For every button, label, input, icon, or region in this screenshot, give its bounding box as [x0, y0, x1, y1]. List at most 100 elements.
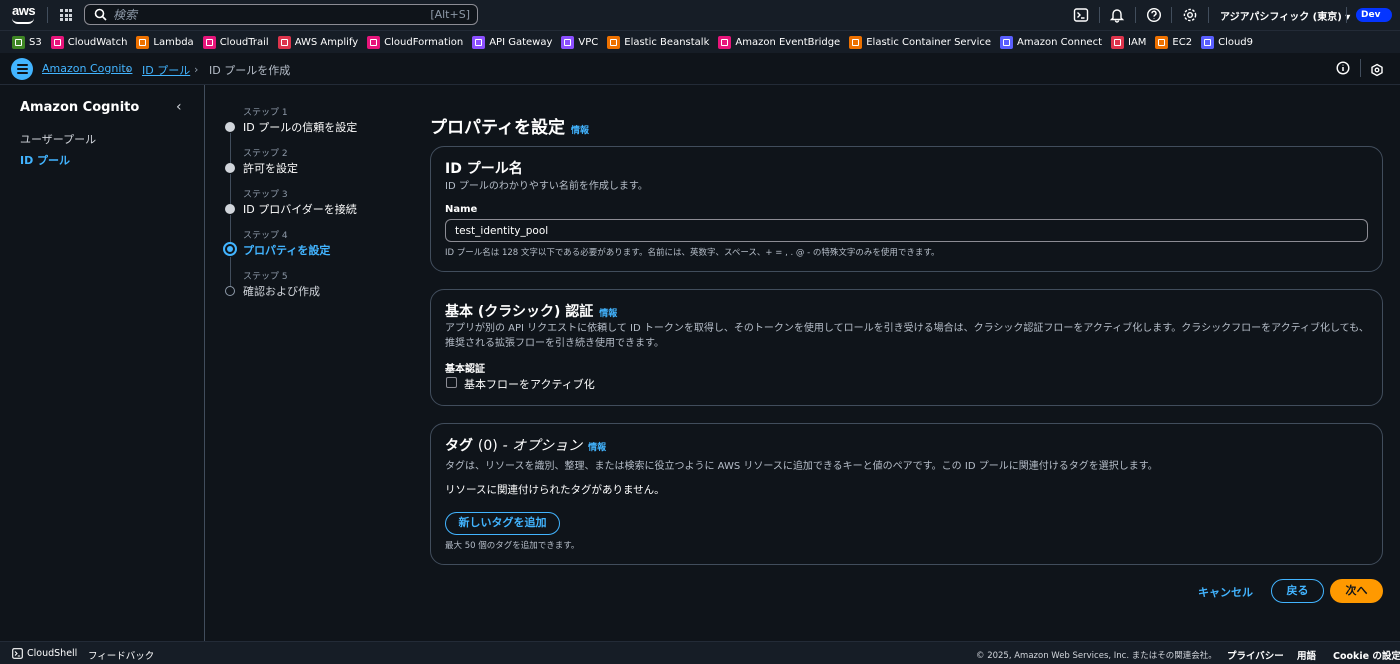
bell-icon[interactable]: [1109, 7, 1125, 23]
basic-flow-checkbox[interactable]: [446, 377, 457, 388]
breadcrumb-bar: Amazon Cognito › ID プール › ID プールを作成: [0, 53, 1400, 85]
add-tag-button[interactable]: 新しいタグを追加: [445, 512, 560, 535]
feedback-link[interactable]: フィードバック: [88, 648, 154, 662]
next-button[interactable]: 次へ: [1330, 579, 1383, 603]
favorite-item[interactable]: Elastic Beanstalk: [607, 35, 710, 49]
info-link[interactable]: 情報: [571, 126, 589, 136]
tags-count: (0): [477, 438, 498, 454]
close-sidebar-icon[interactable]: ‹: [176, 99, 182, 115]
help-icon[interactable]: [1146, 7, 1162, 23]
footer: CloudShell フィードバック © 2025, Amazon Web Se…: [0, 641, 1400, 664]
service-icon: [202, 35, 216, 49]
favorite-item[interactable]: API Gateway: [472, 35, 553, 49]
step-number: ステップ 5: [243, 272, 288, 282]
chevron-right-icon: ›: [194, 63, 199, 76]
back-button[interactable]: 戻る: [1271, 579, 1324, 603]
top-navigation: aws 検索 [Alt+S] アジアパシフィック (東京) ▾ Dev: [0, 0, 1400, 30]
services-grid-icon[interactable]: [60, 9, 72, 21]
feedback-icon[interactable]: [1370, 63, 1384, 77]
favorite-item[interactable]: Cloud9: [1201, 35, 1254, 49]
sidebar-item-identity-pools[interactable]: ID プール: [20, 152, 70, 168]
favorite-item[interactable]: Lambda: [136, 35, 194, 49]
favorite-item[interactable]: CloudTrail: [202, 35, 269, 49]
basic-auth-field-label: 基本認証: [445, 364, 485, 375]
tags-heading: タグ (0) - オプション 情報: [445, 435, 606, 455]
step-connector: [230, 257, 231, 286]
favorite-item[interactable]: CloudWatch: [50, 35, 127, 49]
pool-name-heading: ID プール名: [445, 161, 523, 177]
favorite-label: Elastic Container Service: [866, 36, 992, 48]
tags-container: タグ (0) - オプション 情報 タグは、リソースを識別、整理、または検索に役立…: [430, 423, 1383, 565]
cancel-button[interactable]: キャンセル: [1198, 584, 1253, 600]
pool-name-input[interactable]: [445, 219, 1368, 242]
favorite-item[interactable]: IAM: [1111, 35, 1147, 49]
basic-auth-title: 基本 (クラシック) 認証: [445, 304, 594, 320]
basic-auth-container: 基本 (クラシック) 認証 情報 アプリが別の API リクエストに依頼して ID…: [430, 289, 1383, 406]
tags-empty-message: リソースに関連付けられたタグがありません。: [445, 484, 665, 496]
favorite-item[interactable]: Amazon Connect: [1000, 35, 1102, 49]
service-icon: [561, 35, 575, 49]
step-connector: [230, 133, 231, 164]
terms-link[interactable]: 用語: [1297, 648, 1316, 662]
divider: [1346, 7, 1347, 23]
service-icon: [277, 35, 291, 49]
breadcrumb-amazon-cognito[interactable]: Amazon Cognito: [42, 62, 132, 75]
favorite-label: CloudTrail: [219, 36, 269, 48]
step-number: ステップ 4: [243, 231, 288, 241]
favorite-label: Lambda: [153, 36, 194, 48]
basic-auth-heading: 基本 (クラシック) 認証 情報: [445, 301, 617, 321]
search-input[interactable]: 検索 [Alt+S]: [84, 4, 478, 25]
cloudshell-icon: [12, 648, 23, 659]
divider: [1171, 7, 1172, 23]
favorite-label: Elastic Beanstalk: [624, 36, 710, 48]
favorite-label: AWS Amplify: [294, 36, 359, 48]
favorite-item[interactable]: Elastic Container Service: [849, 35, 992, 49]
info-link[interactable]: 情報: [588, 443, 606, 453]
favorite-label: Amazon Connect: [1017, 36, 1102, 48]
favorite-item[interactable]: EC2: [1155, 35, 1192, 49]
step-number: ステップ 3: [243, 190, 288, 200]
sidebar-title: Amazon Cognito: [20, 100, 140, 115]
favorite-item[interactable]: AWS Amplify: [277, 35, 359, 49]
breadcrumb-identity-pools[interactable]: ID プール: [142, 62, 190, 78]
pool-name-container: ID プール名 ID プールのわかりやすい名前を作成します。 Name ID プ…: [430, 146, 1383, 272]
breadcrumb-create-pool: ID プールを作成: [209, 64, 291, 77]
basic-auth-description: アプリが別の API リクエストに依頼して ID トークンを取得し、そのトークン…: [445, 323, 1369, 349]
favorite-item[interactable]: CloudFormation: [367, 35, 464, 49]
favorite-label: CloudFormation: [384, 36, 464, 48]
basic-flow-checkbox-label[interactable]: 基本フローをアクティブ化: [464, 376, 595, 392]
favorite-item[interactable]: S3: [12, 35, 42, 49]
pool-name-description: ID プールのわかりやすい名前を作成します。: [445, 181, 648, 192]
settings-gear-icon[interactable]: [1182, 7, 1198, 23]
favorite-item[interactable]: VPC: [561, 35, 598, 49]
step-name: プロパティを設定: [243, 244, 331, 257]
favorite-label: IAM: [1128, 36, 1147, 48]
chevron-right-icon: ›: [126, 63, 131, 76]
favorite-item[interactable]: Amazon EventBridge: [718, 35, 840, 49]
service-icon: [1111, 35, 1124, 49]
search-shortcut: [Alt+S]: [430, 8, 470, 21]
cloudshell-icon[interactable]: [1073, 7, 1089, 23]
step-complete-icon: [225, 204, 235, 214]
service-icon: [718, 35, 732, 49]
sidebar-item-user-pools[interactable]: ユーザープール: [20, 131, 96, 147]
search-placeholder: 検索: [113, 8, 138, 22]
info-link[interactable]: 情報: [599, 309, 617, 319]
service-icon: [472, 35, 486, 49]
favorite-label: Cloud9: [1218, 36, 1254, 48]
region-selector[interactable]: アジアパシフィック (東京) ▾: [1220, 8, 1350, 23]
cloudshell-link[interactable]: CloudShell: [27, 648, 77, 659]
menu-toggle-icon[interactable]: [11, 58, 33, 80]
privacy-link[interactable]: プライバシー: [1227, 648, 1284, 662]
divider: [1135, 7, 1136, 23]
cookie-settings-link[interactable]: Cookie の設定: [1333, 648, 1400, 662]
info-icon[interactable]: [1336, 61, 1350, 75]
page-title: プロパティを設定 情報: [430, 113, 589, 138]
service-icon: [367, 35, 381, 49]
favorite-label: API Gateway: [489, 36, 553, 48]
account-menu[interactable]: Dev: [1356, 8, 1392, 22]
aws-logo[interactable]: aws: [12, 4, 36, 25]
divider: [1208, 7, 1209, 23]
service-icon: [1155, 35, 1169, 49]
step-pending-icon: [225, 286, 235, 296]
